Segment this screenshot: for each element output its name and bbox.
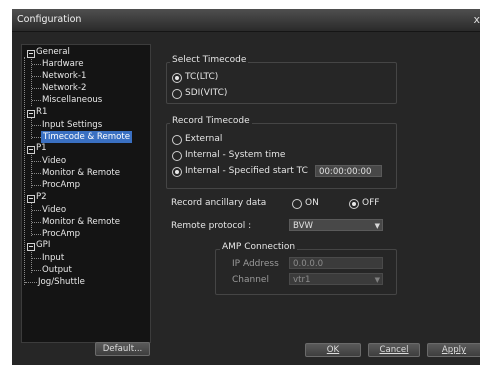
collapse-icon[interactable] [27,146,35,154]
tree-item-miscellaneous[interactable]: Miscellaneous [42,94,102,106]
tree-line [32,76,41,77]
default-button[interactable]: Default... [95,342,150,356]
tree-line [31,199,32,236]
tree-line [32,88,41,89]
collapse-icon[interactable] [27,195,35,203]
window-title: Configuration [17,14,82,25]
tree-line [24,57,25,285]
ip-address-input[interactable]: 0.0.0.0 [289,257,383,269]
tree-item-p1-procamp[interactable]: ProcAmp [42,179,80,191]
tree-item-gpi-output[interactable]: Output [42,264,72,276]
apply-button[interactable]: Apply [427,343,480,357]
radio-ancillary-on-label: ON [305,198,319,208]
ip-address-label: IP Address [232,259,279,269]
radio-internal-specified-label: Internal - Specified start TC [185,166,308,176]
radio-sdi-vitc-label: SDI(VITC) [185,88,228,98]
cancel-button[interactable]: Cancel [368,343,420,357]
tree-line [32,185,41,186]
tree-line [32,137,41,138]
ancillary-label: Record ancillary data [171,198,267,208]
ok-button[interactable]: OK [305,343,361,357]
radio-sdi-vitc[interactable] [172,89,182,99]
select-timecode-title: Select Timecode [170,55,249,65]
tree-line [32,64,41,65]
tree-line [32,270,41,271]
remote-protocol-label: Remote protocol : [171,221,252,231]
tree-item-timecode-remote[interactable]: Timecode & Remote [41,131,133,143]
channel-label: Channel [232,275,269,285]
ok-button-label: OK [326,345,340,355]
tree-item-jog-shuttle[interactable]: Jog/Shuttle [38,276,85,288]
start-tc-input[interactable]: 00:00:00:00 [315,165,382,177]
channel-select[interactable]: vtr1 ▼ [289,273,383,285]
tree-item-network-1[interactable]: Network-1 [42,70,86,82]
radio-internal-system-time[interactable] [172,151,182,161]
amp-connection-group [215,249,397,295]
tree-item-p1-video[interactable]: Video [42,155,66,167]
tree-item-hardware[interactable]: Hardware [42,58,84,70]
configuration-window: Configuration x General Hardware Network… [12,9,480,365]
tree-line [32,173,41,174]
tree-item-gpi-input[interactable]: Input [42,252,64,264]
tree-line [32,161,41,162]
radio-ancillary-on[interactable] [292,199,302,209]
chevron-down-icon: ▼ [374,222,380,230]
radio-ancillary-off-label: OFF [362,198,380,208]
tree-item-input-settings[interactable]: Input Settings [42,119,102,131]
tree-line [25,282,37,283]
remote-protocol-select[interactable]: BVW ▼ [289,219,383,231]
tree-line [31,151,32,188]
tree-item-r1[interactable]: R1 [36,106,47,118]
remote-protocol-value: BVW [293,221,314,231]
collapse-icon[interactable] [27,50,35,58]
tree-item-p2-video[interactable]: Video [42,204,66,216]
radio-external[interactable] [172,135,182,145]
record-timecode-title: Record Timecode [170,116,252,126]
apply-button-label: Apply [441,345,467,355]
radio-tc-ltc-label: TC(LTC) [185,72,219,82]
radio-tc-ltc[interactable] [172,73,182,83]
tree-item-network-2[interactable]: Network-2 [42,82,86,94]
tree-line [32,210,41,211]
tree-item-p1[interactable]: P1 [36,142,47,154]
cancel-button-label: Cancel [379,345,409,355]
chevron-down-icon: ▼ [374,276,380,284]
channel-value: vtr1 [293,275,311,285]
tree-line [32,125,41,126]
title-bar: Configuration x [12,9,480,32]
tree-item-general[interactable]: General [36,46,70,58]
settings-tree: General Hardware Network-1 Network-2 Mis… [21,44,151,343]
tree-line [32,258,41,259]
tree-line [32,100,41,101]
collapse-icon[interactable] [27,110,35,118]
radio-external-label: External [185,134,223,144]
close-icon[interactable]: x [473,13,480,26]
tree-item-p2[interactable]: P2 [36,191,47,203]
tree-item-p2-monitor-remote[interactable]: Monitor & Remote [42,216,120,228]
radio-internal-system-time-label: Internal - System time [185,150,286,160]
tree-item-p1-monitor-remote[interactable]: Monitor & Remote [42,167,120,179]
tree-line [32,234,41,235]
amp-connection-title: AMP Connection [220,242,298,252]
tree-line [32,222,41,223]
radio-internal-specified[interactable] [172,167,182,177]
tree-item-gpi[interactable]: GPI [36,239,50,251]
collapse-icon[interactable] [27,243,35,251]
radio-ancillary-off[interactable] [349,199,359,209]
